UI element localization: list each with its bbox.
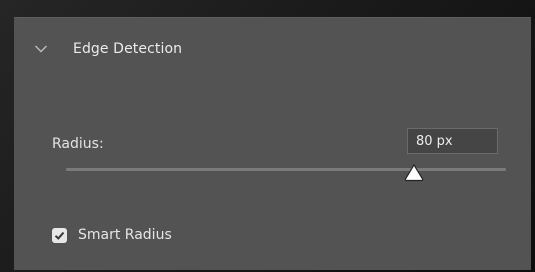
smart-radius-label: Smart Radius — [78, 227, 172, 243]
edge-detection-section-header[interactable]: Edge Detection — [14, 18, 531, 82]
checkmark-icon — [54, 231, 65, 240]
radius-slider-track[interactable] — [66, 168, 506, 171]
slider-thumb-icon[interactable] — [403, 163, 425, 183]
section-title: Edge Detection — [73, 41, 183, 57]
smart-radius-checkbox[interactable] — [52, 228, 67, 243]
edge-detection-panel: Edge Detection Radius: Smart Radius — [14, 17, 531, 270]
radius-field[interactable] — [407, 128, 498, 154]
radius-slider[interactable] — [66, 158, 506, 188]
radius-label: Radius: — [52, 136, 104, 152]
chevron-down-icon[interactable] — [34, 44, 48, 54]
